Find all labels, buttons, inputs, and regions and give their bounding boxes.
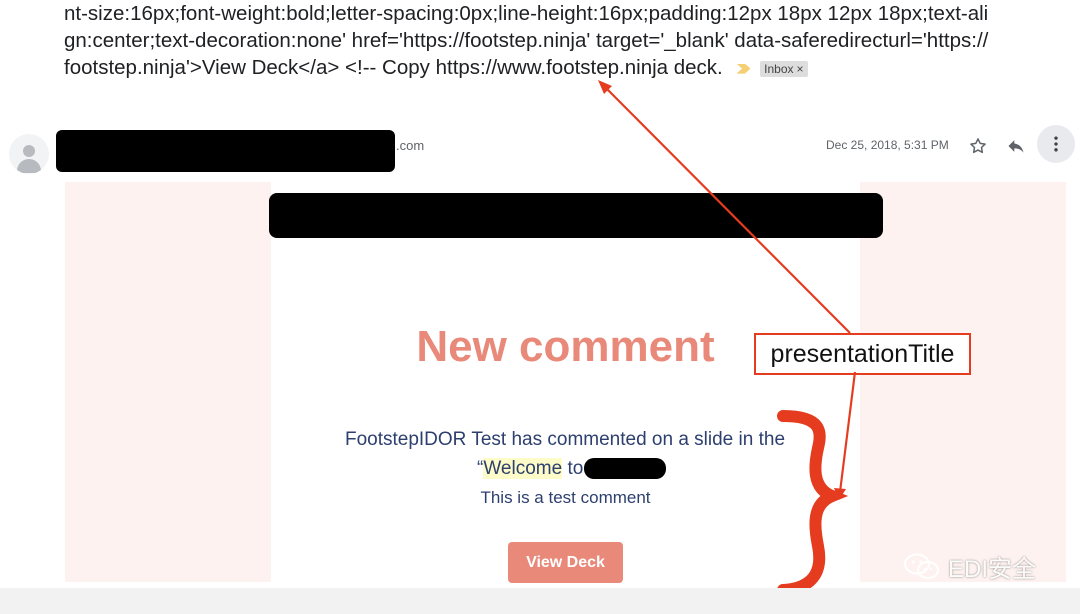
inbox-label: Inbox: [764, 61, 794, 76]
timestamp: Dec 25, 2018, 5:31 PM: [826, 138, 949, 152]
highlighted-word: Welcome: [483, 458, 563, 479]
person-icon: [23, 145, 35, 157]
label-arrow-icon: [736, 63, 751, 74]
star-button[interactable]: [964, 132, 992, 160]
redacted-sender: [56, 130, 395, 172]
inbox-label-chip[interactable]: Inbox ×: [760, 60, 808, 77]
wechat-icon: [904, 553, 939, 579]
watermark-text: EDI安全: [948, 556, 1037, 583]
sender-domain: .com: [396, 138, 425, 153]
bottom-bar: [0, 588, 1080, 614]
reply-icon: [1008, 140, 1024, 153]
view-deck-button[interactable]: View Deck: [508, 542, 623, 583]
word-to: to: [562, 458, 584, 479]
more-options-button[interactable]: [1037, 125, 1075, 163]
more-vert-icon: [1054, 136, 1058, 152]
redacted-banner: [269, 193, 883, 238]
annotation-label-box: presentationTitle: [754, 333, 971, 375]
comment-text: This is a test comment: [480, 488, 651, 507]
email-body: [271, 182, 860, 582]
message-header: .com Dec 25, 2018, 5:31 PM: [0, 125, 1080, 174]
comment-intro: FootstepIDOR Test has commented on a sli…: [344, 429, 786, 450]
subject-text: nt-size:16px;font-weight:bold;letter-spa…: [64, 2, 989, 79]
star-icon: [970, 138, 986, 154]
email-subject: nt-size:16px;font-weight:bold;letter-spa…: [64, 0, 994, 81]
close-icon[interactable]: ×: [797, 62, 804, 76]
presentation-title-line: “Welcome to: [477, 458, 667, 480]
watermark: EDI安全: [902, 549, 1036, 584]
reply-button[interactable]: [1002, 132, 1030, 160]
avatar[interactable]: [9, 134, 49, 174]
redacted-name: [584, 458, 667, 480]
